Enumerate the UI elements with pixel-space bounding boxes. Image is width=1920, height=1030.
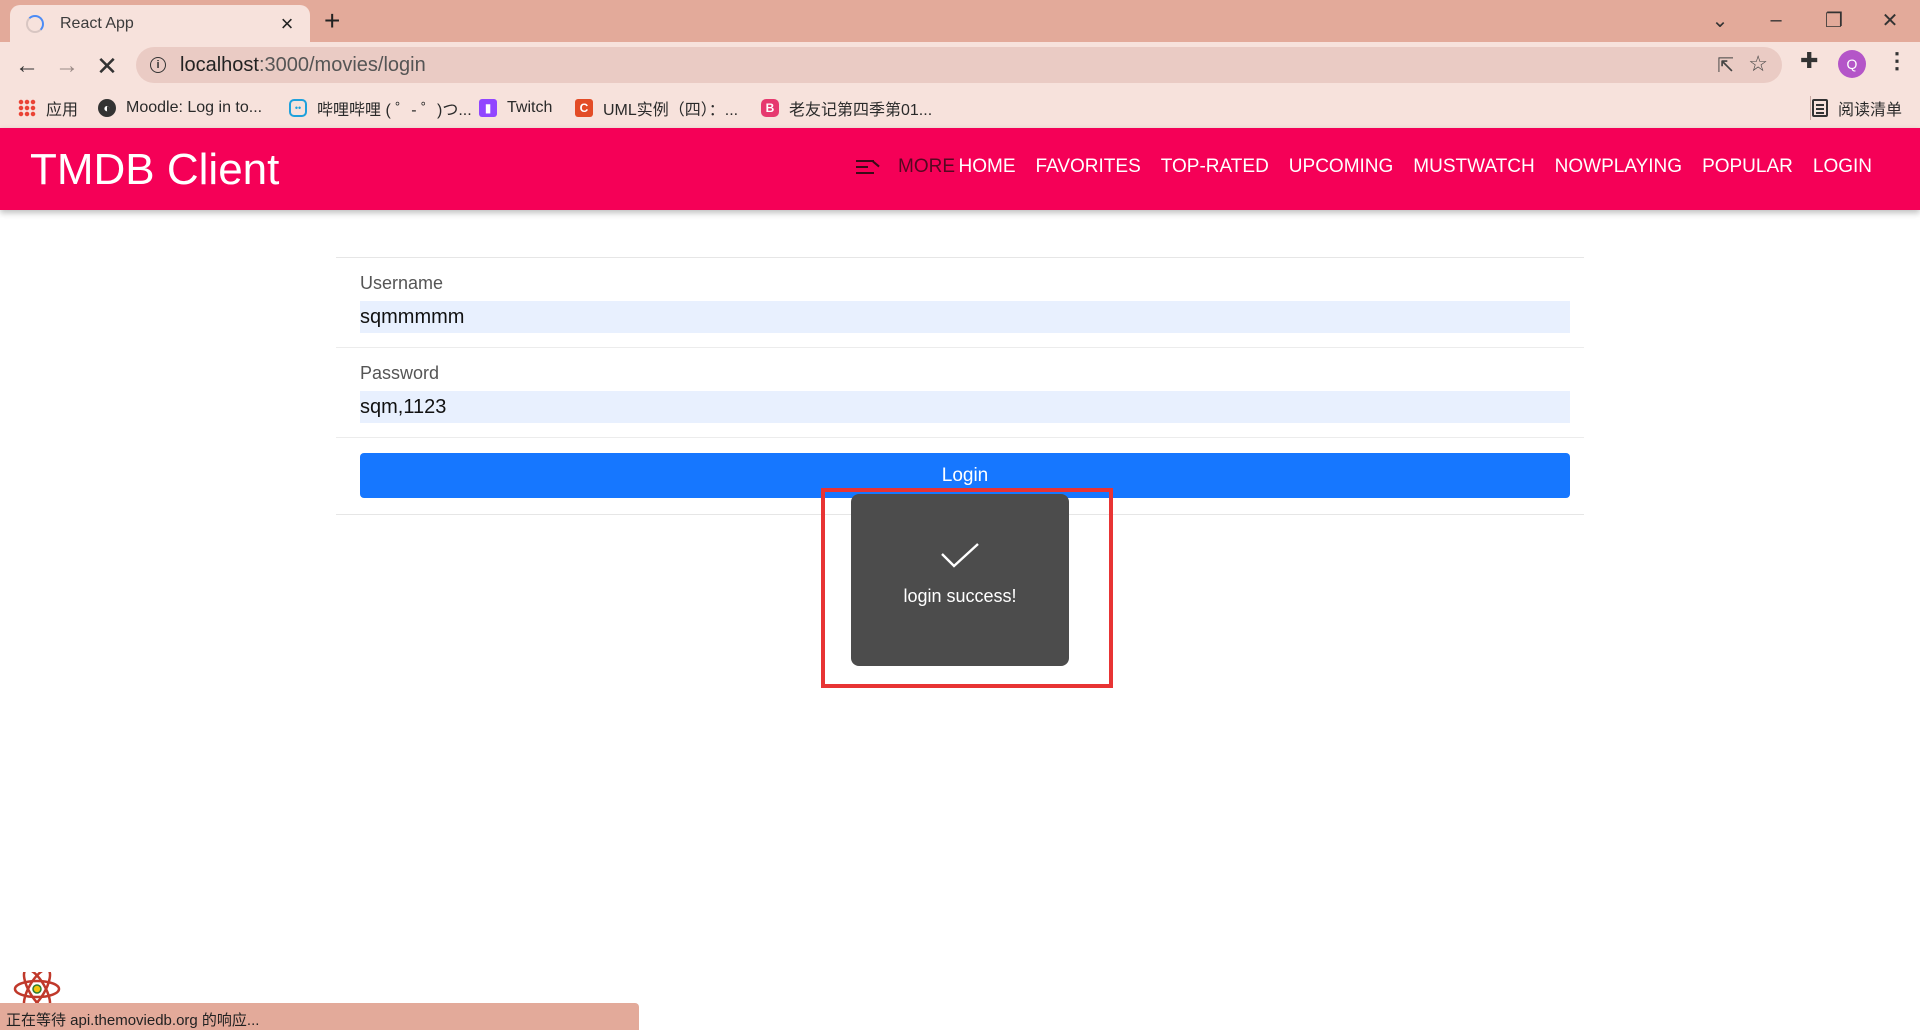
restore-window-icon[interactable]: ❐ xyxy=(1814,5,1854,35)
browser-menu-icon[interactable]: ⋮ xyxy=(1886,48,1908,74)
url-text[interactable]: localhost:3000/movies/login xyxy=(180,54,426,77)
bookmark-label: Twitch xyxy=(507,99,553,116)
b-logo-icon: B xyxy=(761,99,779,117)
more-label: MORE xyxy=(898,156,955,177)
bookmark-star-icon[interactable]: ☆ xyxy=(1748,51,1768,77)
loading-spinner-icon xyxy=(26,14,44,33)
nav-popular[interactable]: POPULAR xyxy=(1692,156,1803,178)
username-input[interactable] xyxy=(360,301,1570,333)
twitch-icon: ▮ xyxy=(479,99,497,117)
bookmark-friends[interactable]: B 老友记第四季第01... xyxy=(761,96,932,120)
minimize-window-icon[interactable]: – xyxy=(1756,5,1796,35)
bookmark-label: Moodle: Log in to... xyxy=(126,99,263,116)
new-tab-icon[interactable]: + xyxy=(324,6,340,36)
nav-upcoming[interactable]: UPCOMING xyxy=(1279,156,1404,178)
address-bar[interactable]: i localhost:3000/movies/login ⇱ ☆ xyxy=(136,47,1782,83)
share-icon[interactable]: ⇱ xyxy=(1717,53,1734,78)
app-header: TMDB Client MORE HOME FAVORITES TOP-RATE… xyxy=(0,128,1920,210)
browser-tab[interactable]: React App × xyxy=(10,5,310,42)
c-logo-icon: C xyxy=(575,99,593,117)
nav-favorites[interactable]: FAVORITES xyxy=(1026,156,1151,178)
browser-tab-strip: React App × + ⌄ – ❐ ✕ xyxy=(0,0,1920,42)
bookmarks-bar: 应用 ◐ Moodle: Log in to... •• 哔哩哔哩 ( ゜- ゜… xyxy=(0,88,1920,128)
login-form: Username Password Login xyxy=(336,257,1584,515)
site-info-icon[interactable]: i xyxy=(150,57,166,73)
extensions-puzzle-icon[interactable]: ✚ xyxy=(1800,48,1818,74)
bookmark-bilibili[interactable]: •• 哔哩哔哩 ( ゜- ゜)つ... xyxy=(289,96,472,120)
tab-search-chevron-icon[interactable]: ⌄ xyxy=(1700,5,1740,35)
nav-mustwatch[interactable]: MUSTWATCH xyxy=(1403,156,1544,178)
reading-list-button[interactable]: 阅读清单 xyxy=(1812,96,1902,120)
password-input[interactable] xyxy=(360,391,1570,423)
app-brand-title: TMDB Client xyxy=(30,145,280,194)
bookmark-label: 老友记第四季第01... xyxy=(789,102,933,119)
nav-login[interactable]: LOGIN xyxy=(1803,156,1882,178)
nav-nowplaying[interactable]: NOWPLAYING xyxy=(1545,156,1692,178)
reading-list-icon xyxy=(1812,99,1828,117)
username-label: Username xyxy=(360,273,444,293)
profile-avatar[interactable]: Q xyxy=(1838,50,1866,78)
globe-icon: ◐ xyxy=(98,99,116,117)
main-nav: HOME FAVORITES TOP-RATED UPCOMING MUSTWA… xyxy=(949,156,1882,178)
bookmark-twitch[interactable]: ▮ Twitch xyxy=(479,96,552,120)
password-label: Password xyxy=(360,363,440,383)
apps-grid-icon xyxy=(18,99,36,117)
form-divider xyxy=(336,437,1584,438)
bilibili-tv-icon: •• xyxy=(289,99,307,117)
browser-toolbar: ← → ✕ i localhost:3000/movies/login ⇱ ☆ xyxy=(0,42,1920,88)
bookmark-label: 应用 xyxy=(46,102,79,119)
back-arrow-icon[interactable]: ← xyxy=(10,49,44,83)
tab-title: React App xyxy=(60,14,134,32)
annotation-highlight-box xyxy=(821,488,1113,688)
menu-open-icon xyxy=(856,159,880,175)
url-host: localhost xyxy=(180,53,259,76)
close-window-icon[interactable]: ✕ xyxy=(1870,5,1910,35)
bookmark-uml[interactable]: C UML实例（四）：... xyxy=(575,96,738,120)
stop-loading-icon[interactable]: ✕ xyxy=(90,49,124,83)
bookmarks-divider xyxy=(1810,96,1811,120)
reading-list-label: 阅读清单 xyxy=(1838,102,1903,119)
bookmark-label: UML实例（四）：... xyxy=(603,102,739,119)
more-menu-button[interactable]: MORE xyxy=(856,156,955,178)
react-devtools-icon[interactable] xyxy=(12,972,62,1006)
nav-top-rated[interactable]: TOP-RATED xyxy=(1151,156,1279,178)
bookmark-label: 哔哩哔哩 ( ゜- ゜)つ... xyxy=(317,102,472,119)
bookmark-moodle[interactable]: ◐ Moodle: Log in to... xyxy=(98,96,262,120)
forward-arrow-icon[interactable]: → xyxy=(50,49,84,83)
nav-home[interactable]: HOME xyxy=(949,156,1026,178)
url-path: :3000/movies/login xyxy=(258,53,426,76)
form-divider xyxy=(336,347,1584,348)
close-tab-icon[interactable]: × xyxy=(276,12,298,35)
bookmark-apps[interactable]: 应用 xyxy=(18,96,78,120)
browser-status-bar: 正在等待 api.themoviedb.org 的响应... xyxy=(0,1003,639,1030)
